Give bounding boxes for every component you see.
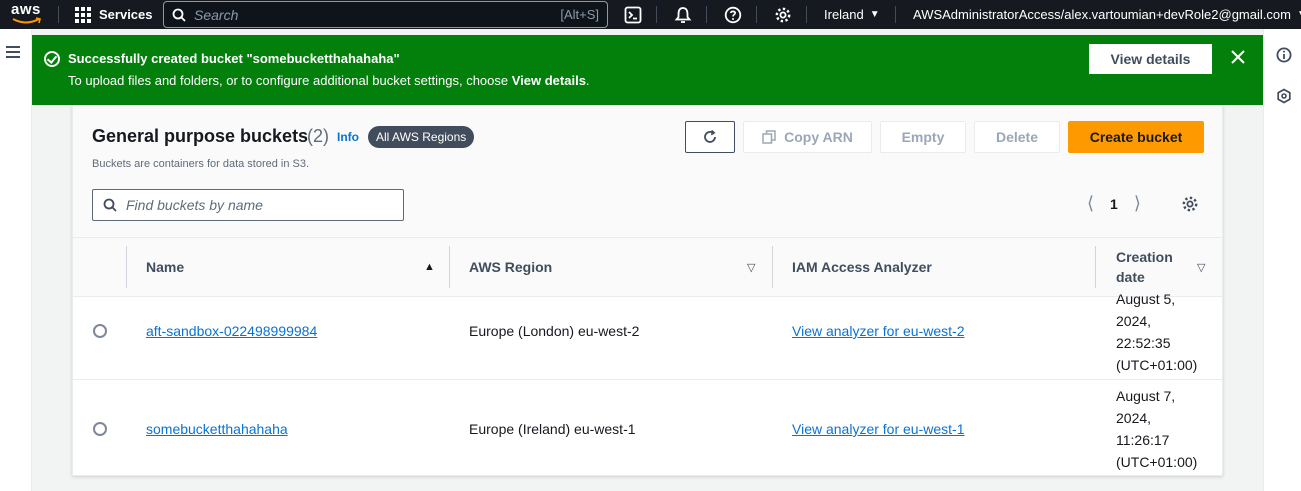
row-radio[interactable] xyxy=(93,422,107,436)
help-icon[interactable] xyxy=(722,4,744,26)
analyzer-link[interactable]: View analyzer for eu-west-2 xyxy=(792,323,964,339)
nav-divider xyxy=(806,6,807,23)
account-label: AWSAdministratorAccess/alex.vartoumian+d… xyxy=(913,7,1291,22)
left-rail xyxy=(0,29,32,491)
table-row[interactable]: aft-sandbox-022498999984 Europe (London)… xyxy=(73,291,1222,380)
page-number[interactable]: 1 xyxy=(1110,196,1118,212)
date-line: (UTC+01:00) xyxy=(1116,454,1198,470)
info-circle-icon[interactable] xyxy=(1276,47,1292,63)
regions-badge: All AWS Regions xyxy=(368,126,475,148)
flash-message-suffix: . xyxy=(585,73,590,88)
success-flashbar: Successfully created bucket "somebuckett… xyxy=(32,35,1263,105)
date-line: August 5, xyxy=(1116,291,1176,307)
region-label: Ireland xyxy=(824,7,864,22)
view-details-button[interactable]: View details xyxy=(1089,44,1212,74)
chevron-left-icon[interactable]: ⟨ xyxy=(1087,193,1094,214)
nav-divider xyxy=(656,6,657,23)
services-label: Services xyxy=(99,7,153,22)
info-link[interactable]: Info xyxy=(337,130,359,144)
sort-icon[interactable]: ▽ xyxy=(747,261,755,274)
grid-icon xyxy=(75,6,91,23)
account-menu[interactable]: AWSAdministratorAccess/alex.vartoumian+d… xyxy=(913,0,1301,29)
column-separator xyxy=(126,246,127,288)
copy-icon xyxy=(762,130,776,144)
nav-divider xyxy=(58,6,59,23)
global-search-input[interactable]: Search [Alt+S] xyxy=(163,1,608,28)
caret-down-icon: ▼ xyxy=(869,9,880,20)
sort-ascending-icon[interactable]: ▲ xyxy=(424,261,435,273)
column-separator xyxy=(449,246,450,288)
panel-title: General purpose buckets xyxy=(92,126,309,146)
pagination: ⟨ 1 ⟩ xyxy=(1087,193,1141,214)
close-icon[interactable] xyxy=(1228,47,1248,67)
services-menu[interactable]: Services xyxy=(75,0,153,29)
column-separator xyxy=(772,246,773,288)
flash-title: Successfully created bucket "somebuckett… xyxy=(68,51,400,66)
row-radio[interactable] xyxy=(93,324,107,338)
bell-icon[interactable] xyxy=(672,4,694,26)
buckets-panel: General purpose buckets (2) Info All AWS… xyxy=(72,105,1223,476)
creation-date: August 7, 2024, 11:26:17 (UTC+01:00) xyxy=(1116,385,1216,473)
create-bucket-button[interactable]: Create bucket xyxy=(1068,121,1204,153)
right-rail xyxy=(1263,29,1301,491)
find-buckets-placeholder: Find buckets by name xyxy=(126,197,263,213)
settings-icon[interactable] xyxy=(772,4,794,26)
bucket-name-link[interactable]: aft-sandbox-022498999984 xyxy=(146,323,317,339)
empty-button[interactable]: Empty xyxy=(880,121,966,153)
aws-logo-text: aws xyxy=(11,1,41,18)
column-header-analyzer[interactable]: IAM Access Analyzer xyxy=(792,238,932,296)
cloudshell-icon[interactable] xyxy=(622,4,644,26)
date-line: (UTC+01:00) xyxy=(1116,357,1198,373)
date-line: August 7, xyxy=(1116,388,1176,404)
menu-icon[interactable] xyxy=(6,46,20,61)
hexagon-icon[interactable] xyxy=(1276,88,1292,104)
search-icon xyxy=(103,198,117,212)
caret-down-icon: ▼ xyxy=(1297,9,1301,20)
bucket-region: Europe (London) eu-west-2 xyxy=(469,323,640,339)
aws-logo[interactable]: aws xyxy=(10,1,44,26)
nav-divider xyxy=(895,6,896,23)
refresh-icon xyxy=(704,129,716,143)
delete-button[interactable]: Delete xyxy=(974,121,1060,153)
bucket-name-link[interactable]: somebucketthahahaha xyxy=(146,421,288,437)
date-line: 2024, xyxy=(1116,313,1152,329)
creation-date: August 5, 2024, 22:52:35 (UTC+01:00) xyxy=(1116,288,1216,376)
column-separator xyxy=(1095,246,1096,288)
search-placeholder: Search xyxy=(194,6,239,23)
refresh-button[interactable] xyxy=(685,121,735,153)
top-navigation: aws Services Search [Alt+S] Ireland ▼ AW… xyxy=(0,0,1301,29)
chevron-right-icon[interactable]: ⟩ xyxy=(1134,193,1141,214)
copy-arn-button[interactable]: Copy ARN xyxy=(743,121,872,153)
nav-divider xyxy=(706,6,707,23)
date-line: 22:52:35 xyxy=(1116,335,1171,351)
sort-icon[interactable]: ▽ xyxy=(1197,261,1205,274)
column-header-region[interactable]: AWS Region xyxy=(469,238,552,296)
copy-arn-label: Copy ARN xyxy=(784,129,853,145)
flash-message: To upload files and folders, or to confi… xyxy=(68,73,590,88)
flash-message-prefix: To upload files and folders, or to confi… xyxy=(68,73,512,88)
nav-divider xyxy=(756,6,757,23)
check-circle-icon xyxy=(44,51,60,67)
table-settings-icon[interactable] xyxy=(1181,195,1199,213)
region-selector[interactable]: Ireland ▼ xyxy=(824,0,880,29)
table-header: Name ▲ AWS Region ▽ IAM Access Analyzer … xyxy=(73,237,1222,297)
flash-message-bold: View details xyxy=(511,73,586,88)
panel-subtitle: Buckets are containers for data stored i… xyxy=(92,158,310,170)
search-icon xyxy=(172,8,186,22)
column-header-name[interactable]: Name xyxy=(146,238,184,296)
find-buckets-input[interactable]: Find buckets by name xyxy=(92,189,404,221)
bucket-count: (2) xyxy=(307,126,329,146)
aws-smile-icon xyxy=(12,17,41,24)
analyzer-link[interactable]: View analyzer for eu-west-1 xyxy=(792,421,964,437)
date-line: 2024, xyxy=(1116,410,1152,426)
search-shortcut: [Alt+S] xyxy=(560,7,599,22)
date-line: 11:26:17 xyxy=(1116,432,1170,448)
bucket-region: Europe (Ireland) eu-west-1 xyxy=(469,421,636,437)
table-row[interactable]: somebucketthahahaha Europe (Ireland) eu-… xyxy=(73,380,1222,475)
